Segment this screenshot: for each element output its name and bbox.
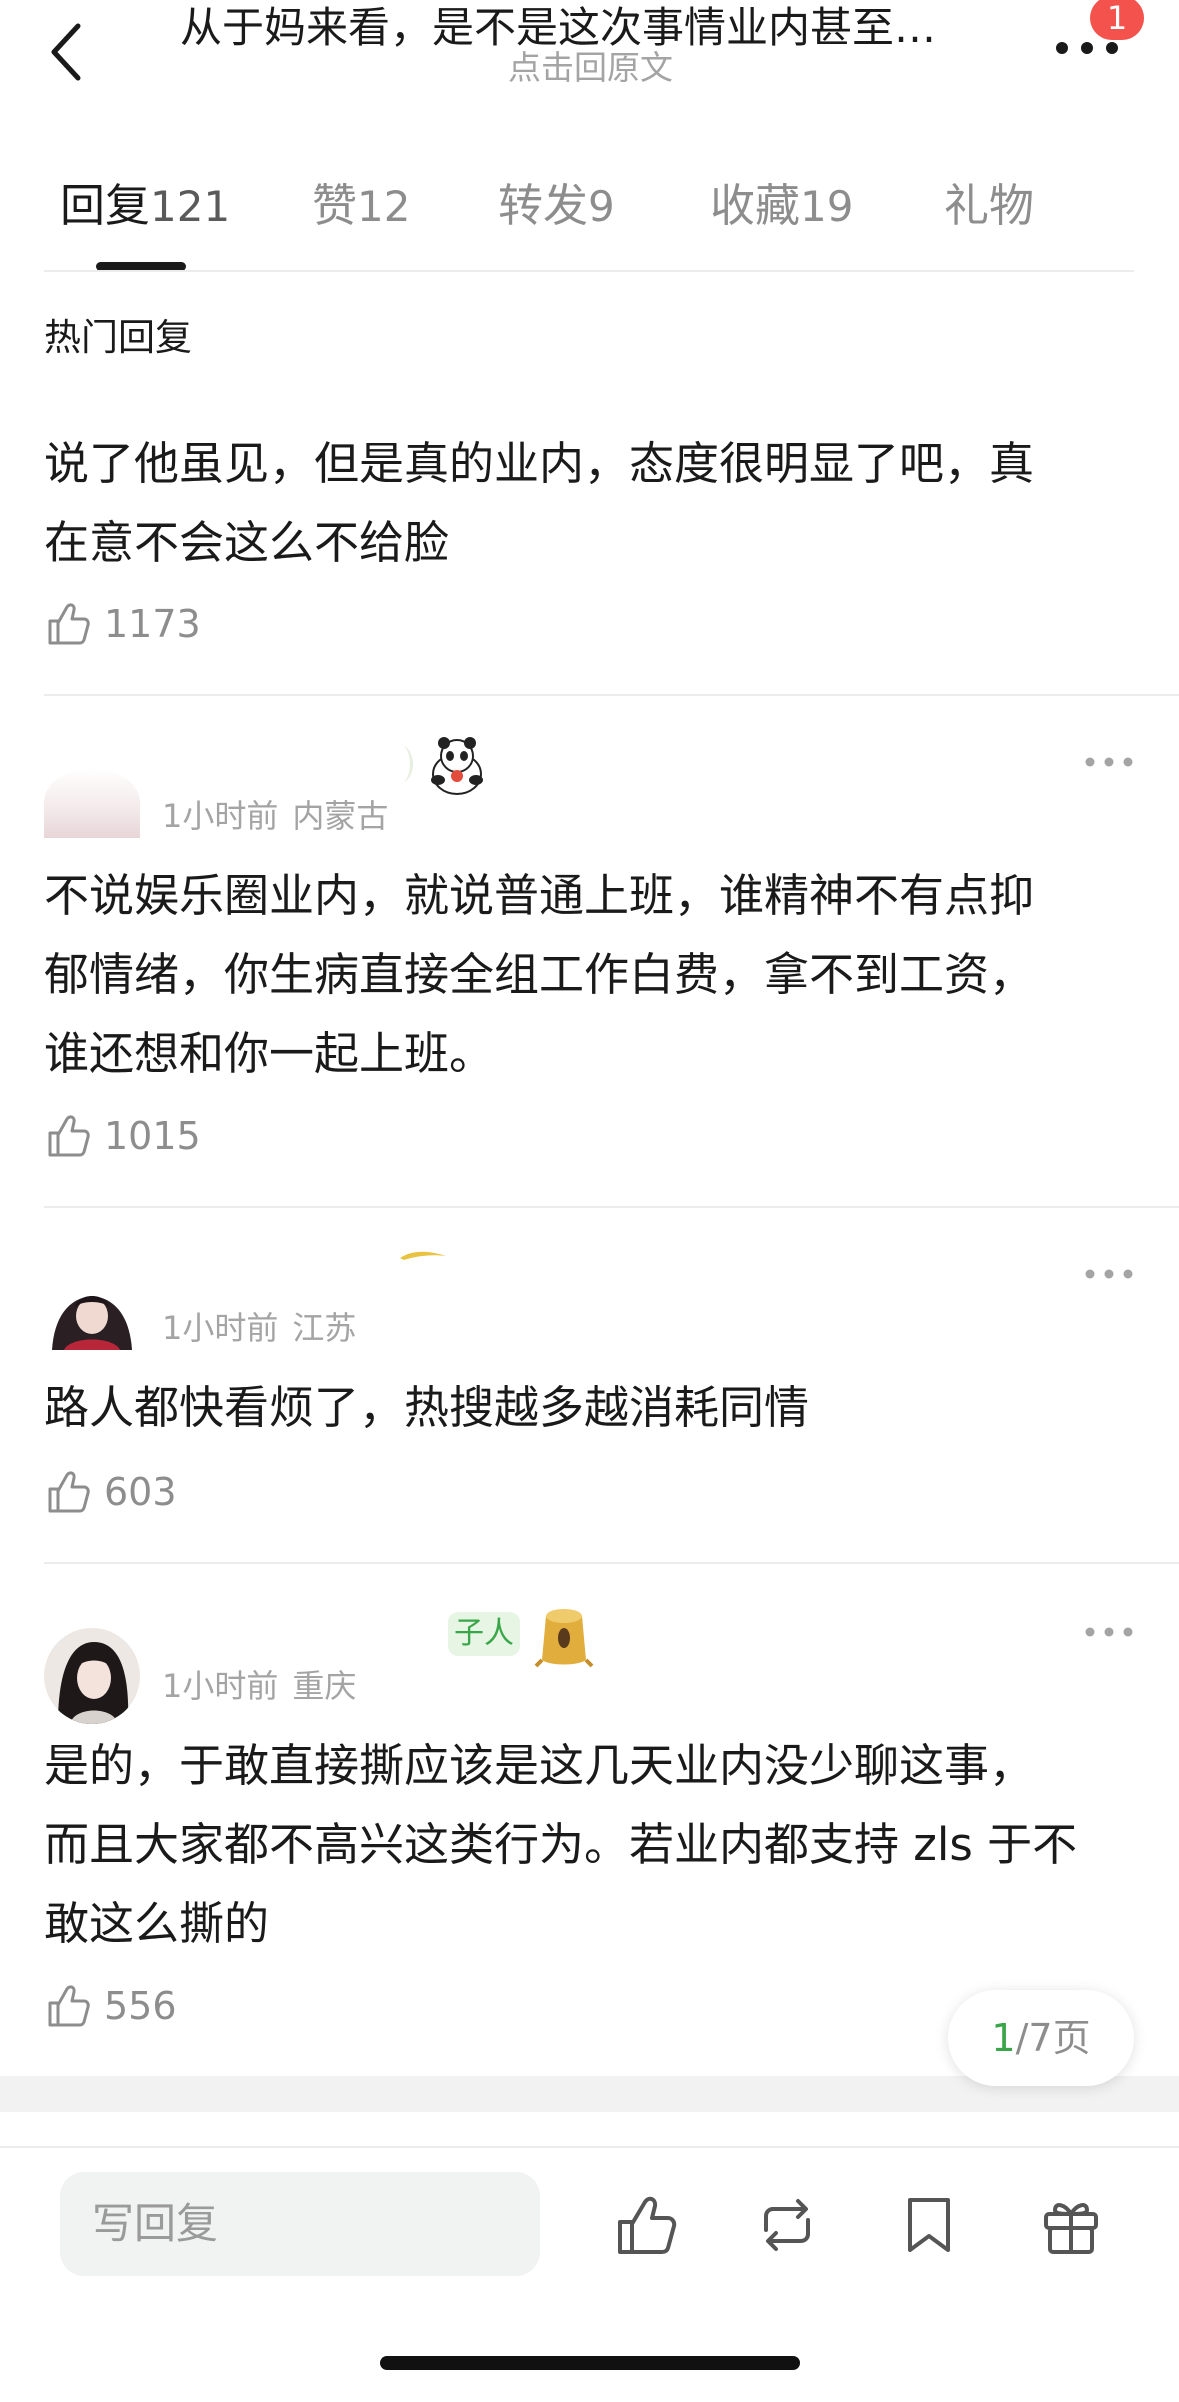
thumbs-up-icon [48, 1471, 90, 1513]
comment-divider [44, 1562, 1179, 1564]
tab-favorites[interactable]: 收藏19 [710, 178, 853, 235]
moon-decoration-icon [404, 746, 413, 782]
page-unit: 页 [1052, 2016, 1091, 2060]
like-count: 1173 [104, 602, 201, 646]
like-count: 1015 [104, 1114, 201, 1158]
reply-input[interactable]: 写回复 [60, 2172, 540, 2276]
comment-more-icon[interactable] [1084, 752, 1134, 772]
tab-label: 回复 [60, 179, 151, 232]
comment-meta: 1小时前 江苏 [162, 1308, 356, 1348]
tab-replies[interactable]: 回复121 [60, 178, 230, 235]
comment-divider [44, 694, 1179, 696]
comment-more-icon[interactable] [1084, 1264, 1134, 1284]
comment-text[interactable]: 是的，于敢直接撕应该是这几天业内没少聊这事， 而且大家都不高兴这类行为。若业内都… [44, 1726, 1134, 1963]
tab-count: 121 [150, 182, 231, 231]
section-title: 热门回复 [44, 316, 192, 359]
tabs-divider [44, 270, 1134, 272]
tab-label: 转发 [498, 179, 589, 232]
tab-count: 19 [800, 182, 854, 231]
tab-gifts[interactable]: 礼物 [944, 178, 1034, 234]
stump-badge-icon [534, 1609, 594, 1668]
repost-icon[interactable] [752, 2190, 822, 2260]
tab-label: 收藏 [710, 179, 801, 232]
comment-location: 重庆 [292, 1667, 357, 1705]
thumbs-up-icon [48, 1115, 90, 1157]
like-count: 556 [104, 1984, 177, 2028]
current-page: 1 [991, 2016, 1016, 2060]
comment-more-icon[interactable] [1084, 1622, 1134, 1642]
like-icon[interactable] [612, 2190, 682, 2260]
sparkle-decoration-icon [400, 1251, 446, 1260]
like-button[interactable]: 603 [44, 1462, 177, 1522]
notification-badge: 1 [1090, 0, 1144, 40]
comment-location: 内蒙古 [292, 797, 389, 835]
comment-time: 1小时前 [162, 797, 279, 835]
panda-badge-icon [431, 737, 483, 795]
like-button[interactable]: 1173 [44, 594, 201, 654]
page-indicator[interactable]: 1/7页 [948, 1990, 1134, 2086]
total-pages: /7 [1015, 2016, 1053, 2060]
home-indicator [380, 2356, 800, 2370]
like-button[interactable]: 556 [44, 1976, 177, 2036]
comment-text[interactable]: 说了他虽见，但是真的业内，态度很明显了吧，真 在意不会这么不给脸 [44, 424, 1134, 582]
tab-count: 12 [357, 182, 411, 231]
back-arrow-icon[interactable] [40, 10, 100, 90]
tab-label: 赞 [312, 179, 358, 232]
comment-divider [44, 1206, 1179, 1208]
like-count: 603 [104, 1470, 177, 1514]
comment-location: 江苏 [292, 1309, 357, 1347]
tab-label: 礼物 [944, 179, 1035, 232]
avatar[interactable] [44, 768, 140, 838]
tab-likes[interactable]: 赞12 [312, 178, 410, 235]
comment-text[interactable]: 不说娱乐圈业内，就说普通上班，谁精神不有点抑 郁情绪，你生病直接全组工作白费，拿… [44, 856, 1134, 1093]
thumbs-up-icon [48, 603, 90, 645]
comment-text[interactable]: 路人都快看烦了，热搜越多越消耗同情 [44, 1368, 1134, 1447]
comment-time: 1小时前 [162, 1667, 279, 1705]
bookmark-icon[interactable] [894, 2190, 964, 2260]
comment-meta: 1小时前 重庆 [162, 1666, 356, 1706]
comment-time: 1小时前 [162, 1309, 279, 1347]
gift-icon[interactable] [1036, 2190, 1106, 2260]
thumbs-up-icon [48, 1985, 90, 2027]
back-to-post-link[interactable]: 点击回原文 [508, 48, 673, 88]
comment-meta: 1小时前 内蒙古 [162, 796, 388, 836]
tab-reposts[interactable]: 转发9 [498, 178, 615, 235]
tab-count: 9 [588, 182, 615, 231]
avatar[interactable] [44, 1278, 140, 1350]
avatar[interactable] [44, 1628, 140, 1724]
user-badge: 子人 [448, 1612, 520, 1656]
like-button[interactable]: 1015 [44, 1106, 201, 1166]
